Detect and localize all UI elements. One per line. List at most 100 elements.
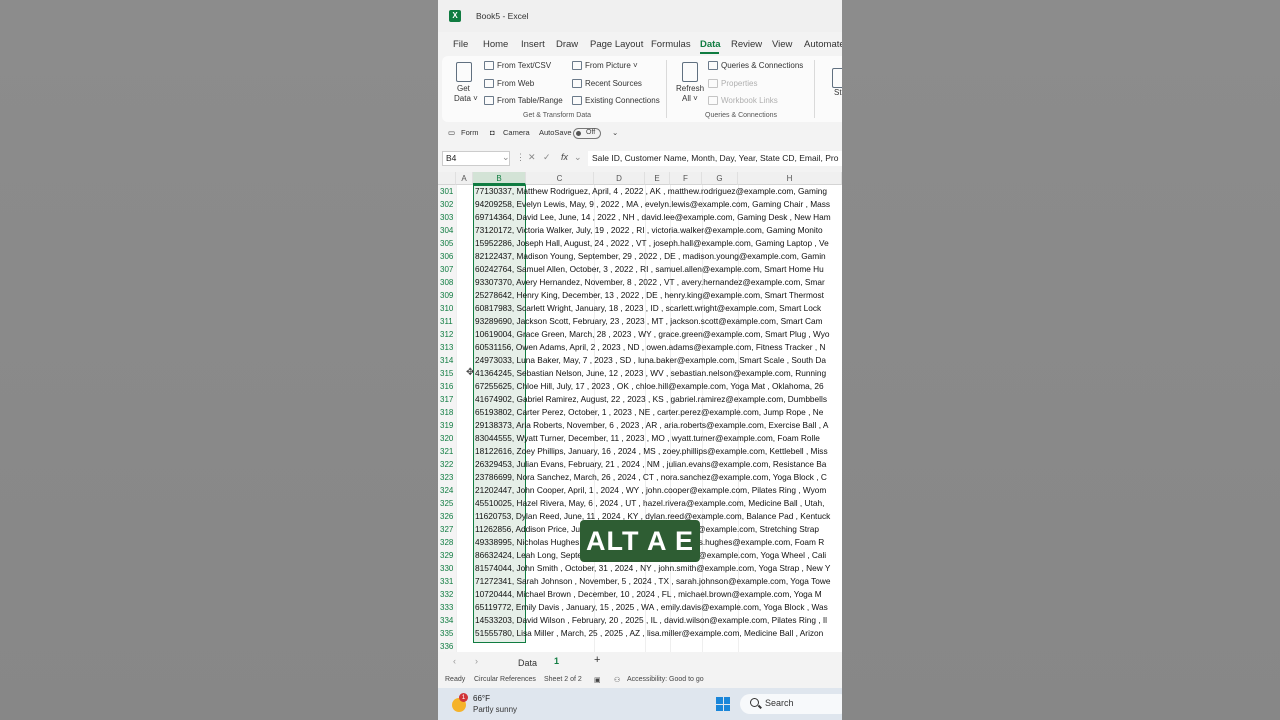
cell-b[interactable]: 73120172, Victoria Walker, July, 19 , 20… — [475, 224, 823, 237]
tab-automate[interactable]: Automate — [804, 39, 842, 50]
refresh-label-1[interactable]: Refresh — [676, 84, 704, 93]
refresh-label-2[interactable]: All ˅ — [682, 94, 698, 103]
row-header[interactable]: 331 — [438, 575, 456, 588]
tab-review[interactable]: Review — [731, 39, 762, 50]
cell-b[interactable]: 41674902, Gabriel Ramirez, August, 22 , … — [475, 393, 827, 406]
cell-b[interactable]: 18122616, Zoey Phillips, January, 16 , 2… — [475, 445, 828, 458]
row-header[interactable]: 333 — [438, 601, 456, 614]
row-header[interactable]: 332 — [438, 588, 456, 601]
column-header-h[interactable]: H — [738, 172, 842, 185]
row-header[interactable]: 309 — [438, 289, 456, 302]
tab-data[interactable]: Data — [700, 39, 721, 50]
sheet-tab-data[interactable]: Data — [518, 658, 537, 668]
formula-input[interactable]: Sale ID, Customer Name, Month, Day, Year… — [588, 151, 842, 166]
cell-b[interactable]: 60531156, Owen Adams, April, 2 , 2023 , … — [475, 341, 825, 354]
row-header[interactable]: 306 — [438, 250, 456, 263]
next-sheet-button[interactable]: › — [475, 656, 478, 666]
column-header-c[interactable]: C — [526, 172, 594, 185]
row-header[interactable]: 327 — [438, 523, 456, 536]
taskbar-search[interactable]: Search — [740, 694, 842, 714]
row-header[interactable]: 334 — [438, 614, 456, 627]
column-header-g[interactable]: G — [702, 172, 738, 185]
cell-b[interactable]: 14533203, David Wilson , February, 20 , … — [475, 614, 827, 627]
properties-button[interactable]: Properties — [721, 79, 757, 88]
row-header[interactable]: 326 — [438, 510, 456, 523]
row-header[interactable]: 301 — [438, 185, 456, 198]
status-accessibility[interactable]: Accessibility: Good to go — [627, 676, 704, 683]
row-header[interactable]: 308 — [438, 276, 456, 289]
cell-b[interactable]: 10619004, Grace Green, March, 28 , 2023 … — [475, 328, 830, 341]
cell-b[interactable]: 77130337, Matthew Rodriguez, April, 4 , … — [475, 185, 827, 198]
row-header[interactable]: 302 — [438, 198, 456, 211]
stocks-button[interactable]: St — [834, 88, 842, 97]
row-header[interactable]: 303 — [438, 211, 456, 224]
cell-b[interactable]: 81574044, John Smith , October, 31 , 202… — [475, 562, 830, 575]
get-data-label-2[interactable]: Data ˅ — [454, 94, 478, 103]
cell-b[interactable]: 94209258, Evelyn Lewis, May, 9 , 2022 , … — [475, 198, 830, 211]
row-header[interactable]: 317 — [438, 393, 456, 406]
row-header[interactable]: 320 — [438, 432, 456, 445]
from-table-range-button[interactable]: From Table/Range — [497, 96, 563, 105]
row-header[interactable]: 314 — [438, 354, 456, 367]
cell-b[interactable]: 21202447, John Cooper, April, 1 , 2024 ,… — [475, 484, 826, 497]
cell-b[interactable]: 29138373, Aria Roberts, November, 6 , 20… — [475, 419, 828, 432]
cell-b[interactable]: 83044555, Wyatt Turner, December, 11 , 2… — [475, 432, 820, 445]
column-header-a[interactable]: A — [456, 172, 473, 185]
cell-b[interactable]: 65193802, Carter Perez, October, 1 , 202… — [475, 406, 823, 419]
tab-file[interactable]: File — [453, 39, 468, 50]
macro-icon[interactable]: ▣ — [594, 676, 601, 684]
existing-connections-button[interactable]: Existing Connections — [585, 96, 660, 105]
row-header[interactable]: 304 — [438, 224, 456, 237]
row-header[interactable]: 325 — [438, 497, 456, 510]
from-picture-button[interactable]: From Picture ˅ — [585, 61, 638, 70]
cell-b[interactable]: 45510025, Hazel Rivera, May, 6 , 2024 , … — [475, 497, 824, 510]
row-header[interactable]: 323 — [438, 471, 456, 484]
row-header[interactable]: 312 — [438, 328, 456, 341]
row-header[interactable]: 328 — [438, 536, 456, 549]
tab-home[interactable]: Home — [483, 39, 508, 50]
cell-b[interactable]: 41364245, Sebastian Nelson, June, 12 , 2… — [475, 367, 826, 380]
get-data-label-1[interactable]: Get — [457, 84, 470, 93]
tab-formulas[interactable]: Formulas — [651, 39, 691, 50]
windows-start-icon[interactable] — [716, 697, 730, 711]
cell-b[interactable]: 51555780, Lisa Miller , March, 25 , 2025… — [475, 627, 823, 640]
prev-sheet-button[interactable]: ‹ — [453, 656, 456, 666]
workbook-links-button[interactable]: Workbook Links — [721, 96, 778, 105]
column-header-f[interactable]: F — [670, 172, 702, 185]
add-sheet-button[interactable]: + — [594, 654, 600, 666]
row-header[interactable]: 322 — [438, 458, 456, 471]
cell-b[interactable]: 24973033, Luna Baker, May, 7 , 2023 , SD… — [475, 354, 826, 367]
row-header[interactable]: 335 — [438, 627, 456, 640]
cell-b[interactable]: 25278642, Henry King, December, 13 , 202… — [475, 289, 824, 302]
cell-b[interactable]: 93307370, Avery Hernandez, November, 8 ,… — [475, 276, 825, 289]
tab-insert[interactable]: Insert — [521, 39, 545, 50]
name-box[interactable]: B4 — [442, 151, 510, 166]
status-circular-references[interactable]: Circular References — [474, 676, 536, 683]
cell-b[interactable]: 69714364, David Lee, June, 14 , 2022 , N… — [475, 211, 831, 224]
cell-b[interactable]: 60817983, Scarlett Wright, January, 18 ,… — [475, 302, 821, 315]
queries-connections-button[interactable]: Queries & Connections — [721, 61, 803, 70]
row-header[interactable]: 319 — [438, 419, 456, 432]
enter-icon[interactable]: ✓ — [543, 152, 551, 163]
cancel-icon[interactable]: ✕ — [528, 152, 536, 163]
tab-view[interactable]: View — [772, 39, 792, 50]
row-header[interactable]: 310 — [438, 302, 456, 315]
column-header-e[interactable]: E — [645, 172, 670, 185]
camera-button[interactable]: Camera — [503, 128, 530, 137]
form-button[interactable]: Form — [461, 128, 479, 137]
from-web-button[interactable]: From Web — [497, 79, 534, 88]
cell-b[interactable]: 15952286, Joseph Hall, August, 24 , 2022… — [475, 237, 829, 250]
column-header-d[interactable]: D — [594, 172, 645, 185]
row-header[interactable]: 329 — [438, 549, 456, 562]
cell-b[interactable]: 26329453, Julian Evans, February, 21 , 2… — [475, 458, 826, 471]
row-header[interactable]: 318 — [438, 406, 456, 419]
spreadsheet-grid[interactable]: A B C D E F G H 301 77130337, Matthew Rod… — [438, 172, 842, 656]
select-all-corner[interactable] — [438, 172, 456, 185]
autosave-toggle[interactable]: Off — [573, 128, 601, 139]
row-header[interactable]: 315 — [438, 367, 456, 380]
row-header[interactable]: 316 — [438, 380, 456, 393]
cell-b[interactable]: 67255625, Chloe Hill, July, 17 , 2023 , … — [475, 380, 824, 393]
tab-page-layout[interactable]: Page Layout — [590, 39, 643, 50]
tab-draw[interactable]: Draw — [556, 39, 578, 50]
cell-b[interactable]: 82122437, Madison Young, September, 29 ,… — [475, 250, 826, 263]
